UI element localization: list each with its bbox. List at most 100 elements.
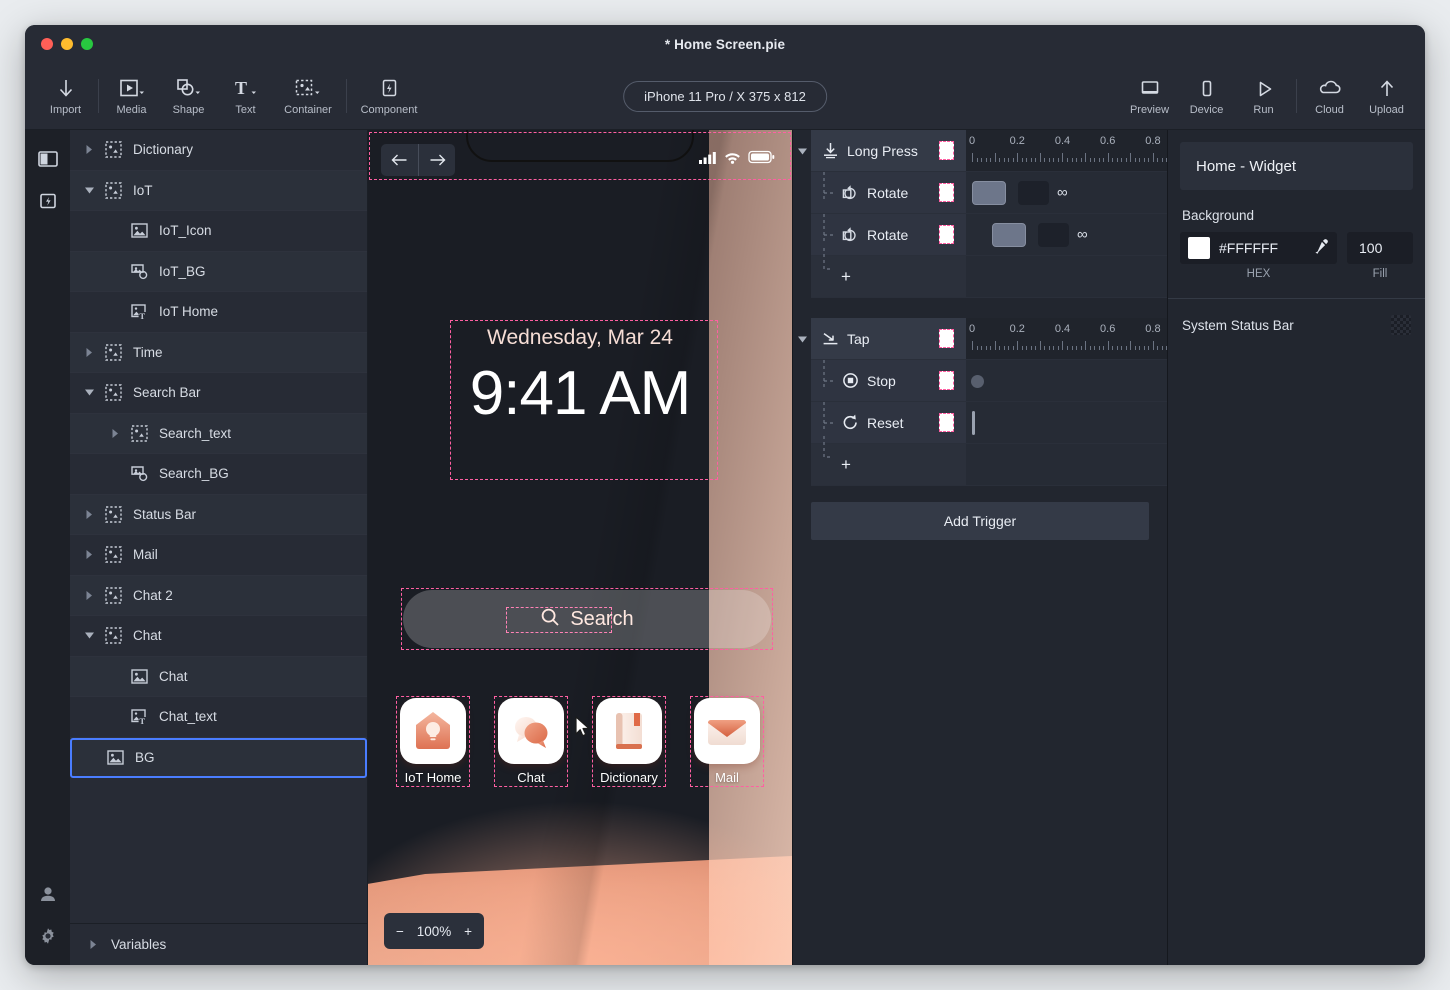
- component-panel-toggle[interactable]: [33, 186, 63, 216]
- keyframe-duration-block[interactable]: [1038, 223, 1069, 247]
- chevron-right-icon[interactable]: [78, 347, 100, 358]
- settings-button[interactable]: [33, 921, 63, 951]
- hex-color-field[interactable]: #FFFFFF: [1180, 232, 1337, 264]
- chat-bubbles-icon[interactable]: [498, 698, 564, 764]
- app-icon-dictionary[interactable]: Dictionary: [594, 698, 664, 785]
- layer-row-status-bar[interactable]: Status Bar: [70, 494, 367, 535]
- envelope-icon[interactable]: [694, 698, 760, 764]
- maximize-button[interactable]: [81, 38, 93, 50]
- close-button[interactable]: [41, 38, 53, 50]
- chevron-right-icon[interactable]: [78, 144, 100, 155]
- trigger-collapse-toggle[interactable]: [793, 318, 811, 360]
- component-button[interactable]: Component: [351, 76, 427, 116]
- response-row-stop[interactable]: Stop: [793, 360, 1167, 402]
- response-visibility-toggle[interactable]: [939, 413, 954, 432]
- widget-search-bar[interactable]: Search: [403, 590, 771, 648]
- trigger-label-cell[interactable]: Tap: [811, 318, 966, 360]
- zoom-control[interactable]: − 100% +: [384, 913, 484, 949]
- layer-row-chat[interactable]: Chat: [70, 616, 367, 657]
- zoom-out-button[interactable]: −: [396, 924, 404, 939]
- trigger-timeline-cell[interactable]: 0 0.2 0.4 0.6 0.8: [966, 318, 1167, 360]
- layer-row-iot-bg[interactable]: IoT_BG: [70, 251, 367, 292]
- account-button[interactable]: [33, 879, 63, 909]
- layer-row-iot-icon[interactable]: IoT_Icon: [70, 211, 367, 252]
- layer-row-mail[interactable]: Mail: [70, 535, 367, 576]
- layers-panel-toggle[interactable]: [33, 144, 63, 174]
- response-row-rotate[interactable]: Rotate ∞: [793, 172, 1167, 214]
- response-label-cell[interactable]: Rotate: [811, 172, 966, 214]
- layer-row-chat-2[interactable]: Chat 2: [70, 575, 367, 616]
- text-button[interactable]: T Text: [217, 76, 274, 116]
- nav-forward-button[interactable]: [418, 144, 455, 176]
- trigger-timeline-cell[interactable]: 0 0.2 0.4 0.6 0.8: [966, 130, 1167, 172]
- trigger-label-cell[interactable]: Long Press: [811, 130, 966, 172]
- shape-button[interactable]: Shape: [160, 76, 217, 116]
- stop-keyframe-dot[interactable]: [971, 375, 984, 388]
- layer-row-chat-text[interactable]: T Chat_text: [70, 697, 367, 738]
- layer-row-iot[interactable]: IoT: [70, 170, 367, 211]
- layer-row-search-text[interactable]: Search_text: [70, 413, 367, 454]
- trigger-list[interactable]: Long Press 0 0.2 0.4 0.6 0.8 Rotate ∞ Rotate ∞ + Ta…: [793, 130, 1167, 486]
- trigger-visibility-toggle[interactable]: [939, 329, 954, 348]
- trigger-header-row[interactable]: Tap 0 0.2 0.4 0.6 0.8: [793, 318, 1167, 360]
- layer-row-time[interactable]: Time: [70, 332, 367, 373]
- layer-list[interactable]: Dictionary IoT IoT_Icon IoT_BG T IoT Home Time…: [70, 130, 367, 923]
- trigger-collapse-toggle[interactable]: [793, 130, 811, 172]
- keyframe-delay-block[interactable]: [972, 181, 1006, 205]
- preview-button[interactable]: Preview: [1121, 77, 1178, 116]
- add-trigger-button[interactable]: Add Trigger: [811, 502, 1149, 540]
- home-bulb-icon[interactable]: [400, 698, 466, 764]
- layer-row-iot-home[interactable]: T IoT Home: [70, 292, 367, 333]
- layer-row-search-bar[interactable]: Search Bar: [70, 373, 367, 414]
- color-swatch[interactable]: [1188, 237, 1210, 259]
- chevron-right-icon[interactable]: [78, 590, 100, 601]
- app-icon-chat[interactable]: Chat: [496, 698, 566, 785]
- response-row-reset[interactable]: Reset: [793, 402, 1167, 444]
- keyframe-duration-block[interactable]: [1018, 181, 1049, 205]
- response-timeline-cell[interactable]: [966, 360, 1167, 402]
- zoom-in-button[interactable]: +: [464, 924, 472, 939]
- device-selector[interactable]: iPhone 11 Pro / X 375 x 812: [623, 80, 827, 112]
- chevron-down-icon[interactable]: [78, 186, 100, 195]
- canvas-area[interactable]: Wednesday, Mar 24 9:41 AM Search IoT Hom…: [368, 130, 792, 965]
- chevron-right-icon[interactable]: [104, 428, 126, 439]
- cloud-button[interactable]: Cloud: [1301, 77, 1358, 116]
- response-row-rotate[interactable]: Rotate ∞: [793, 214, 1167, 256]
- add-response-cell[interactable]: +: [811, 248, 966, 298]
- variables-section[interactable]: Variables: [70, 923, 367, 965]
- response-timeline-cell[interactable]: [966, 402, 1167, 444]
- fill-opacity-field[interactable]: 100: [1347, 232, 1413, 264]
- response-label-cell[interactable]: Stop: [811, 360, 966, 402]
- media-button[interactable]: Media: [103, 76, 160, 116]
- trigger-header-row[interactable]: Long Press 0 0.2 0.4 0.6 0.8: [793, 130, 1167, 172]
- container-button[interactable]: Container: [274, 76, 342, 116]
- response-timeline-cell[interactable]: ∞: [966, 214, 1167, 256]
- layer-row-bg[interactable]: BG: [70, 737, 367, 778]
- chevron-right-icon[interactable]: [78, 549, 100, 560]
- run-button[interactable]: Run: [1235, 77, 1292, 116]
- layer-row-chat[interactable]: Chat: [70, 656, 367, 697]
- upload-button[interactable]: Upload: [1358, 77, 1415, 116]
- reset-keyframe-bar[interactable]: [972, 411, 975, 435]
- add-response-row[interactable]: +: [793, 436, 1167, 486]
- import-button[interactable]: Import: [37, 76, 94, 116]
- response-visibility-toggle[interactable]: [939, 371, 954, 390]
- chevron-down-icon[interactable]: [78, 388, 100, 397]
- layer-name-field[interactable]: Home - Widget: [1180, 142, 1413, 190]
- system-status-bar-swatch[interactable]: [1391, 315, 1411, 335]
- response-visibility-toggle[interactable]: [939, 225, 954, 244]
- app-icon-iot-home[interactable]: IoT Home: [398, 698, 468, 785]
- eyedropper-icon[interactable]: [1313, 238, 1329, 259]
- add-response-row[interactable]: +: [793, 248, 1167, 298]
- keyframe-delay-block[interactable]: [992, 223, 1026, 247]
- response-timeline-cell[interactable]: ∞: [966, 172, 1167, 214]
- layer-row-search-bg[interactable]: Search_BG: [70, 454, 367, 495]
- chevron-down-icon[interactable]: [78, 631, 100, 640]
- layer-row-dictionary[interactable]: Dictionary: [70, 130, 367, 171]
- add-response-cell[interactable]: +: [811, 436, 966, 486]
- canvas-nav-buttons[interactable]: [381, 144, 455, 176]
- book-icon[interactable]: [596, 698, 662, 764]
- trigger-visibility-toggle[interactable]: [939, 141, 954, 160]
- device-button[interactable]: Device: [1178, 77, 1235, 116]
- chevron-right-icon[interactable]: [78, 509, 100, 520]
